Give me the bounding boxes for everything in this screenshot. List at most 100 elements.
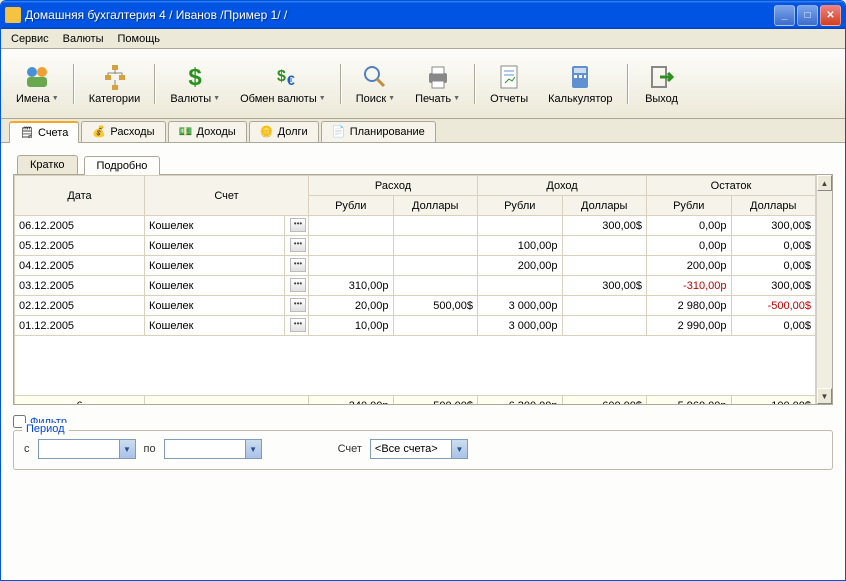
people-icon (23, 63, 51, 91)
minimize-button[interactable]: _ (774, 5, 795, 26)
col-balance[interactable]: Остаток (647, 176, 816, 196)
scroll-up-button[interactable]: ▲ (817, 175, 832, 191)
window-title: Домашняя бухгалтерия 4 / Иванов /Пример … (25, 8, 774, 22)
cell-inc-usd (562, 236, 647, 256)
col-inc-rub[interactable]: Рубли (478, 196, 563, 216)
toolbar-calculator[interactable]: Калькулятор (539, 55, 621, 113)
cell-exp-rub: 10,00p (309, 316, 394, 336)
income-icon: 💵 (179, 125, 193, 139)
col-exp-rub[interactable]: Рубли (309, 196, 394, 216)
cell-inc-rub (478, 216, 563, 236)
cell-bal-usd: 0,00$ (731, 316, 816, 336)
tab-expenses[interactable]: 💰Расходы (81, 121, 165, 142)
cell-expand[interactable]: ••• (285, 256, 309, 276)
table-row[interactable]: 04.12.2005Кошелек•••200,00p200,00p0,00$ (15, 256, 816, 276)
col-income[interactable]: Доход (478, 176, 647, 196)
cell-expand[interactable]: ••• (285, 316, 309, 336)
subtab-short[interactable]: Кратко (17, 155, 78, 174)
subtab-detail[interactable]: Подробно (84, 156, 161, 175)
cell-inc-usd: 300,00$ (562, 276, 647, 296)
table-row[interactable]: 01.12.2005Кошелек•••10,00p3 000,00p2 990… (15, 316, 816, 336)
app-window: Домашняя бухгалтерия 4 / Иванов /Пример … (0, 0, 846, 581)
vertical-scrollbar[interactable]: ▲ ▼ (816, 175, 832, 404)
ellipsis-button[interactable]: ••• (290, 218, 306, 232)
debts-icon: 🪙 (260, 125, 274, 139)
cell-account: Кошелек (145, 276, 285, 296)
totals-count: 6 (15, 396, 145, 405)
cell-bal-rub: 0,00p (647, 216, 732, 236)
tab-accounts[interactable]: 🗒Счета (9, 121, 79, 143)
cell-inc-usd (562, 296, 647, 316)
ellipsis-button[interactable]: ••• (290, 298, 306, 312)
toolbar-exit[interactable]: Выход (634, 55, 690, 113)
empty-row (15, 336, 816, 396)
svg-text:$: $ (189, 64, 203, 91)
col-date[interactable]: Дата (15, 176, 145, 216)
col-expense[interactable]: Расход (309, 176, 478, 196)
col-exp-usd[interactable]: Доллары (393, 196, 478, 216)
toolbar-print[interactable]: Печать▼ (406, 55, 469, 113)
report-icon (495, 63, 523, 91)
menubar: Сервис Валюты Помощь (1, 29, 845, 49)
scroll-down-button[interactable]: ▼ (817, 388, 832, 404)
cell-bal-rub: 200,00p (647, 256, 732, 276)
cell-date: 01.12.2005 (15, 316, 145, 336)
cell-bal-rub: 2 990,00p (647, 316, 732, 336)
tab-debts[interactable]: 🪙Долги (249, 121, 319, 142)
toolbar-currencies[interactable]: $ Валюты▼ (161, 55, 229, 113)
table-row[interactable]: 03.12.2005Кошелек•••310,00p300,00$-310,0… (15, 276, 816, 296)
cell-exp-usd (393, 276, 478, 296)
chevron-down-icon[interactable]: ▼ (119, 440, 135, 458)
cell-exp-usd (393, 236, 478, 256)
col-account[interactable]: Счет (145, 176, 309, 216)
toolbar-categories[interactable]: Категории (80, 55, 150, 113)
maximize-button[interactable]: □ (797, 5, 818, 26)
toolbar-reports[interactable]: Отчеты (481, 55, 537, 113)
planning-icon: 📄 (332, 125, 346, 139)
cell-expand[interactable]: ••• (285, 236, 309, 256)
cell-inc-rub: 3 000,00p (478, 316, 563, 336)
cell-exp-usd (393, 316, 478, 336)
cell-exp-usd (393, 216, 478, 236)
close-button[interactable]: ✕ (820, 5, 841, 26)
scroll-track[interactable] (817, 191, 832, 388)
ellipsis-button[interactable]: ••• (290, 258, 306, 272)
cell-exp-rub: 310,00p (309, 276, 394, 296)
cell-account: Кошелек (145, 256, 285, 276)
date-from-combo[interactable]: ▼ (38, 439, 136, 459)
cell-exp-rub (309, 256, 394, 276)
cell-date: 05.12.2005 (15, 236, 145, 256)
cell-bal-usd: 300,00$ (731, 276, 816, 296)
date-to-combo[interactable]: ▼ (164, 439, 262, 459)
menu-help[interactable]: Помощь (112, 31, 167, 47)
ellipsis-button[interactable]: ••• (290, 318, 306, 332)
chevron-down-icon[interactable]: ▼ (451, 440, 467, 458)
tab-income[interactable]: 💵Доходы (168, 121, 247, 142)
account-combo[interactable]: <Все счета>▼ (370, 439, 468, 459)
menu-currencies[interactable]: Валюты (57, 31, 110, 47)
table-row[interactable]: 05.12.2005Кошелек•••100,00p0,00p0,00$ (15, 236, 816, 256)
filter-panel: Фильтр Период с ▼ по ▼ Счет <Все счета>▼ (13, 415, 833, 470)
data-grid: Дата Счет Расход Доход Остаток Рубли Дол… (13, 175, 833, 405)
cell-expand[interactable]: ••• (285, 276, 309, 296)
chevron-down-icon: ▼ (213, 95, 220, 102)
table-row[interactable]: 02.12.2005Кошелек•••20,00p500,00$3 000,0… (15, 296, 816, 316)
menu-service[interactable]: Сервис (5, 31, 55, 47)
chevron-down-icon[interactable]: ▼ (245, 440, 261, 458)
exchange-icon: $€ (269, 63, 297, 91)
cell-account: Кошелек (145, 296, 285, 316)
ellipsis-button[interactable]: ••• (290, 278, 306, 292)
col-bal-usd[interactable]: Доллары (731, 196, 816, 216)
toolbar-names[interactable]: Имена▼ (7, 55, 68, 113)
cell-expand[interactable]: ••• (285, 296, 309, 316)
ellipsis-button[interactable]: ••• (290, 238, 306, 252)
main-tabs: 🗒Счета 💰Расходы 💵Доходы 🪙Долги 📄Планиров… (1, 119, 845, 143)
cell-expand[interactable]: ••• (285, 216, 309, 236)
toolbar-search[interactable]: Поиск▼ (347, 55, 404, 113)
table-row[interactable]: 06.12.2005Кошелек•••300,00$0,00p300,00$ (15, 216, 816, 236)
tab-planning[interactable]: 📄Планирование (321, 121, 436, 142)
period-legend: Период (22, 423, 69, 435)
col-bal-rub[interactable]: Рубли (647, 196, 732, 216)
toolbar-exchange[interactable]: $€ Обмен валюты▼ (231, 55, 335, 113)
col-inc-usd[interactable]: Доллары (562, 196, 647, 216)
